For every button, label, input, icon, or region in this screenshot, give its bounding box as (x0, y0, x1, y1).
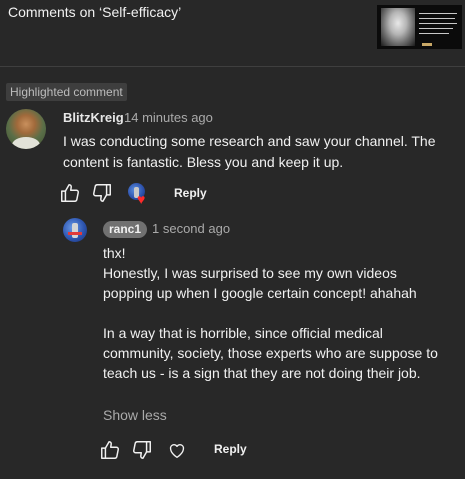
thumbs-up-icon (101, 441, 119, 459)
reply-dislike-button[interactable] (131, 439, 153, 461)
video-thumbnail[interactable] (377, 5, 462, 49)
dislike-button[interactable] (91, 182, 113, 204)
reply-heart-button[interactable] (166, 439, 188, 461)
comment-author[interactable]: BlitzKreig (63, 110, 124, 125)
like-button[interactable] (59, 182, 81, 204)
creator-heart-icon: ♥ (137, 191, 146, 207)
creator-heart[interactable]: ♥ (128, 183, 152, 207)
thumbs-down-icon (133, 441, 151, 459)
reply-button[interactable]: Reply (174, 186, 207, 200)
heart-outline-icon (169, 444, 185, 459)
avatar[interactable] (6, 109, 46, 149)
reply-time[interactable]: 1 second ago (152, 221, 230, 236)
thumbs-up-icon (61, 184, 79, 202)
highlighted-comment-badge: Highlighted comment (6, 83, 127, 101)
page-title: Comments on ‘Self-efficacy’ (8, 4, 182, 20)
reply-paragraph: In a way that is horrible, since officia… (103, 325, 438, 381)
reply-paragraph: thx! (103, 245, 126, 261)
reply-paragraph: Honestly, I was surprised to see my own … (103, 265, 417, 301)
reply-avatar[interactable] (63, 218, 87, 242)
reply-reply-button[interactable]: Reply (214, 442, 247, 456)
reply-text: thx! Honestly, I was surprised to see my… (103, 243, 448, 383)
thumbs-down-icon (93, 184, 111, 202)
reply-author-chip[interactable]: ranc1 (103, 221, 148, 238)
comment-time[interactable]: 14 minutes ago (124, 110, 213, 125)
comment-text: I was conducting some research and saw y… (63, 133, 436, 170)
portrait-image (381, 8, 415, 46)
reply-like-button[interactable] (99, 439, 121, 461)
header-divider (0, 66, 465, 67)
show-less-link[interactable]: Show less (103, 407, 167, 423)
